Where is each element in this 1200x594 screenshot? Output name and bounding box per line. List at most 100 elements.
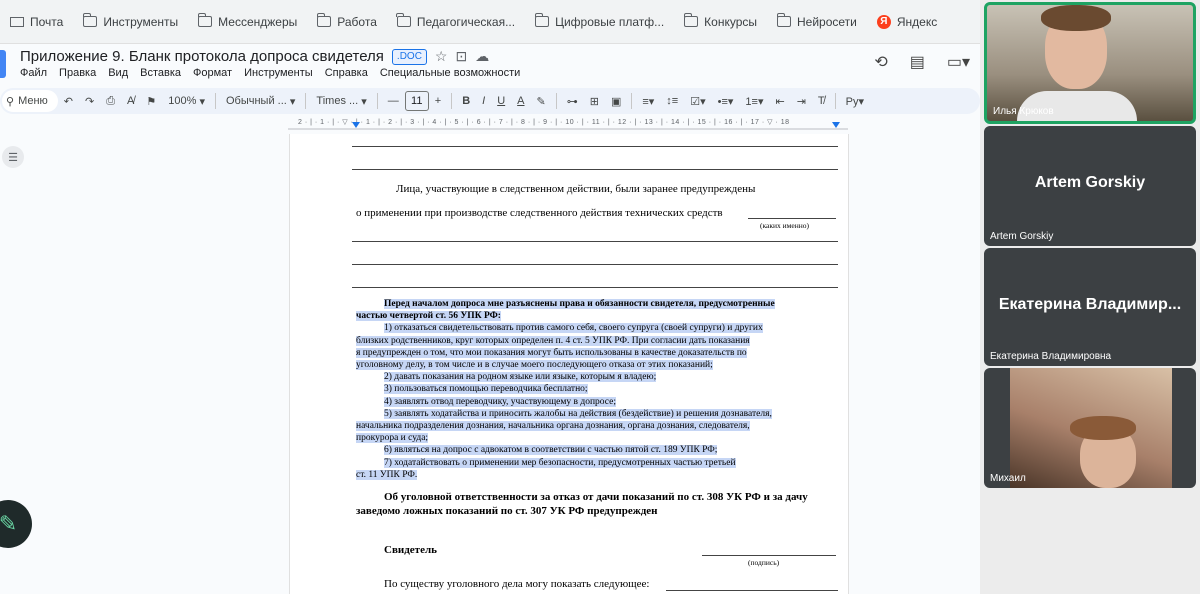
style-select[interactable]: Обычный ... ▾ — [220, 90, 301, 112]
testimony-label: По существу уголовного дела могу показат… — [384, 578, 650, 590]
numbered-list-icon[interactable]: 1≡▾ — [739, 90, 769, 112]
decrease-font-icon[interactable]: — — [382, 90, 405, 112]
blank-line — [352, 287, 838, 288]
doc-title-row: Приложение 9. Бланк протокола допроса св… — [20, 48, 489, 65]
folder-icon — [776, 13, 792, 27]
participant-name: Artem Gorskiy — [990, 231, 1054, 242]
participant-display-name: Artem Gorskiy — [1034, 174, 1146, 191]
cloud-status-icon[interactable]: ☁ — [475, 48, 489, 65]
comments-icon[interactable]: ▤ — [910, 52, 925, 72]
bold-icon[interactable]: B — [456, 90, 476, 112]
ruler-marks: 2 · | · 1 · | · ▽ · | · 1 · | · 2 · | · … — [298, 119, 790, 126]
increase-indent-icon[interactable]: ⇥ — [791, 90, 812, 112]
history-icon[interactable]: ⟲ — [874, 52, 887, 72]
text-color-icon[interactable]: A — [511, 90, 530, 112]
insert-image-icon[interactable]: ▣ — [605, 90, 627, 112]
toolbar-divider — [305, 93, 307, 109]
italic-icon[interactable]: I — [476, 90, 491, 112]
selected-line: ст. 11 УПК РФ. — [356, 469, 418, 480]
bookmark-folder-digital[interactable]: Цифровые платф... — [527, 8, 672, 36]
participant-tile-mikhail[interactable]: Михаил — [984, 368, 1196, 488]
decrease-indent-icon[interactable]: ⇤ — [769, 90, 790, 112]
toolbar-divider — [376, 93, 378, 109]
menu-help[interactable]: Справка — [325, 67, 368, 79]
menu-format[interactable]: Формат — [193, 67, 232, 79]
bookmark-mail[interactable]: Почта — [2, 8, 71, 36]
menu-edit[interactable]: Правка — [59, 67, 96, 79]
selected-line: 2) давать показания на родном языке или … — [384, 372, 657, 383]
outline-icon[interactable]: ☰ — [2, 146, 24, 168]
add-comment-icon[interactable]: ⊞ — [584, 90, 605, 112]
font-select[interactable]: Times ... ▾ — [310, 90, 372, 112]
participant-video-hair — [1070, 416, 1136, 440]
paragraph-line: о применении при производстве следственн… — [356, 207, 723, 219]
spellcheck-icon[interactable]: A̸ — [121, 90, 140, 112]
star-icon[interactable]: ☆ — [435, 48, 448, 65]
paint-format-icon[interactable]: ⚑ — [140, 90, 162, 112]
zoom-select[interactable]: 100% ▾ — [162, 90, 211, 112]
input-tools-icon[interactable]: Py▾ — [840, 90, 870, 112]
search-icon: ⚲ — [6, 95, 15, 108]
docs-logo-icon[interactable] — [0, 50, 6, 78]
participant-tile-ilya[interactable]: Илья Крюков — [984, 2, 1196, 124]
selected-text-block[interactable]: Перед началом допроса мне разъяснены пра… — [356, 298, 836, 481]
bookmark-folder-pedagogical[interactable]: Педагогическая... — [389, 8, 523, 36]
selected-line: 7) ходатайствовать о применении мер безо… — [384, 457, 736, 468]
highlight-icon[interactable]: ✎ — [531, 90, 552, 112]
fill-in-line — [666, 590, 838, 591]
video-call-panel: Илья Крюков Artem Gorskiy Artem Gorskiy … — [980, 0, 1200, 594]
redo-icon[interactable]: ↷ — [79, 90, 100, 112]
link-icon[interactable]: ⊶ — [561, 90, 584, 112]
selected-line: 5) заявлять ходатайства и приносить жало… — [384, 408, 772, 419]
bookmark-folder-work[interactable]: Работа — [309, 8, 385, 36]
participant-tile-artem[interactable]: Artem Gorskiy Artem Gorskiy — [984, 126, 1196, 246]
folder-icon — [82, 13, 98, 27]
menu-tools[interactable]: Инструменты — [244, 67, 313, 79]
pen-tool-button[interactable]: ✎ — [0, 500, 32, 548]
selected-line: частью четвертой ст. 56 УПК РФ: — [356, 311, 501, 322]
increase-font-icon[interactable]: + — [429, 90, 447, 112]
line-spacing-icon[interactable]: ↕≡ — [660, 90, 684, 112]
font-size-input[interactable]: 11 — [404, 91, 429, 111]
doc-title[interactable]: Приложение 9. Бланк протокола допроса св… — [20, 48, 384, 65]
ruler-track — [288, 128, 848, 130]
participant-display-name: Екатерина Владимир... — [998, 296, 1182, 313]
selected-line: 3) пользоваться помощью переводчика бесп… — [384, 384, 588, 395]
blank-line — [352, 146, 838, 147]
folder-icon — [683, 13, 699, 27]
participant-tile-ekaterina[interactable]: Екатерина Владимир... Екатерина Владимир… — [984, 248, 1196, 366]
meet-camera-icon[interactable]: ▭▾ — [947, 52, 970, 72]
formatting-toolbar: ⚲ Меню ↶ ↷ ⎙ A̸ ⚑ 100% ▾ Обычный ... ▾ T… — [0, 88, 980, 114]
bookmark-folder-tools[interactable]: Инструменты — [75, 8, 186, 36]
checklist-icon[interactable]: ☑▾ — [684, 90, 711, 112]
bookmark-folder-messengers[interactable]: Мессенджеры — [190, 8, 305, 36]
document-page[interactable]: Лица, участвующие в следственном действи… — [289, 134, 849, 594]
folder-icon — [316, 13, 332, 27]
pencil-icon: ✎ — [0, 511, 18, 536]
selected-line: близких родственников, круг которых опре… — [356, 335, 750, 346]
undo-icon[interactable]: ↶ — [58, 90, 79, 112]
menu-insert[interactable]: Вставка — [140, 67, 181, 79]
horizontal-ruler[interactable]: 2 · | · 1 · | · ▽ · | · 1 · | · 2 · | · … — [288, 118, 848, 130]
selected-line: я предупрежден о том, что мои показания … — [356, 347, 747, 358]
underline-icon[interactable]: U — [491, 90, 511, 112]
paragraph-line: Лица, участвующие в следственном действи… — [396, 183, 756, 195]
file-type-badge: .DOC — [391, 48, 427, 65]
search-menus[interactable]: ⚲ Меню — [2, 90, 58, 112]
warning-line: Об уголовной ответственности за отказ от… — [384, 491, 808, 503]
menu-view[interactable]: Вид — [108, 67, 128, 79]
participant-name: Екатерина Владимировна — [990, 351, 1112, 362]
bookmark-folder-contests[interactable]: Конкурсы — [676, 8, 765, 36]
bulleted-list-icon[interactable]: •≡▾ — [712, 90, 740, 112]
toolbar-divider — [555, 93, 557, 109]
menu-file[interactable]: Файл — [20, 67, 47, 79]
align-icon[interactable]: ≡▾ — [636, 90, 660, 112]
clear-formatting-icon[interactable]: T̸ — [812, 90, 831, 112]
bookmark-yandex[interactable]: Я Яндекс — [869, 8, 945, 36]
move-folder-icon[interactable]: ⊡ — [455, 48, 467, 65]
toolbar-divider — [451, 93, 453, 109]
bookmark-folder-ai[interactable]: Нейросети — [769, 8, 865, 36]
print-icon[interactable]: ⎙ — [100, 90, 121, 112]
toolbar-divider — [631, 93, 633, 109]
menu-accessibility[interactable]: Специальные возможности — [380, 67, 520, 79]
